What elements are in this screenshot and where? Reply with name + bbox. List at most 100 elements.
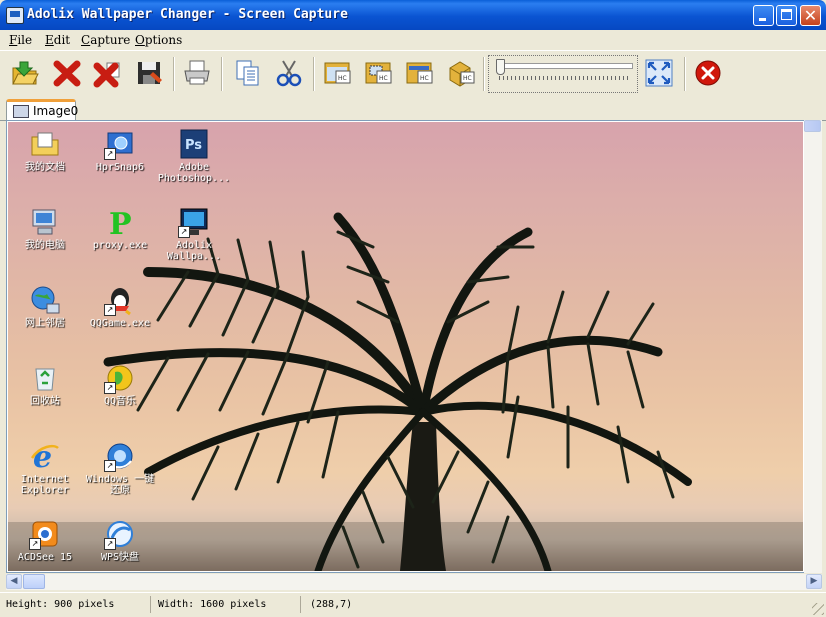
desktop-icon-photoshop[interactable]: Ps Adobe Photoshop... (155, 128, 233, 184)
exit-icon (695, 60, 721, 86)
desktop-icon-my-documents[interactable]: 我的文档 (8, 128, 84, 173)
close-button[interactable]: ✕ (800, 5, 821, 26)
desktop-icon-label: 回收站 (30, 396, 60, 407)
minimize-button[interactable] (753, 5, 774, 26)
menu-options-label: ptions (144, 33, 183, 47)
horizontal-scrollbar-thumb[interactable] (23, 574, 45, 589)
menu-options[interactable]: Options (135, 33, 182, 47)
desktop-icon-wps[interactable]: ↗ WPS快盘 (81, 518, 159, 563)
capture-window-icon: HC (324, 62, 351, 84)
print-button[interactable] (180, 56, 214, 90)
delete-button[interactable] (50, 56, 84, 90)
desktop-icon-acdsee[interactable]: ↗ ACDSee 15 (8, 518, 84, 563)
shortcut-arrow-icon: ↗ (178, 226, 190, 238)
desktop-icon-windows-restore[interactable]: ↗ Windows 一键 还原 (81, 440, 159, 496)
toolbar: HC HC HC HC (0, 50, 826, 99)
close-icon: ✕ (803, 6, 818, 25)
delete-icon (53, 60, 81, 87)
shortcut-arrow-icon: ↗ (104, 538, 116, 550)
window-title: Adolix Wallpaper Changer - Screen Captur… (27, 7, 348, 22)
capture-region-button[interactable]: HC (362, 56, 396, 90)
toolbar-separator (684, 57, 686, 91)
svg-text:HC: HC (379, 75, 388, 82)
image-tab-icon (13, 105, 29, 118)
resize-grip[interactable] (812, 603, 824, 615)
maximize-button[interactable] (776, 5, 797, 26)
desktop-icon-label: WPS快盘 (100, 552, 140, 563)
open-button[interactable] (8, 56, 42, 90)
toolbar-separator (483, 57, 485, 91)
menu-capture-label: apture (90, 33, 131, 47)
arrow-left-icon: ◀ (10, 576, 18, 586)
desktop-icon-label: QQGame.exe (89, 318, 151, 329)
desktop-icon-label: Adobe Photoshop... (157, 162, 231, 184)
delete-all-button[interactable] (91, 56, 125, 90)
vertical-scrollbar[interactable] (804, 120, 822, 573)
scroll-left-button[interactable]: ◀ (6, 574, 22, 589)
menu-edit-label: dit (53, 33, 71, 47)
print-icon (184, 60, 210, 85)
desktop-icon-network-places[interactable]: 网上邻居 (8, 284, 84, 329)
desktop-icon-qq-music[interactable]: ↗ QQ音乐 (81, 362, 159, 407)
fit-screen-button[interactable] (642, 56, 676, 90)
desktop-icon-label: Windows 一键 还原 (85, 474, 155, 496)
tab-label: Image0 (33, 104, 79, 118)
toolbar-separator (173, 57, 175, 91)
captured-image[interactable]: 我的文档 ↗ HprSnap6 Ps Adobe Photoshop... 我的… (8, 122, 803, 571)
menu-file[interactable]: File (9, 33, 32, 47)
maximize-icon (781, 9, 792, 20)
svg-text:e: e (33, 440, 52, 472)
capture-window-button[interactable]: HC (321, 56, 355, 90)
delete-all-icon (93, 62, 120, 88)
menu-edit-mnemonic: E (45, 33, 54, 47)
menu-capture[interactable]: Capture (81, 33, 130, 47)
tab-image0[interactable]: Image0 (6, 99, 79, 120)
vertical-scrollbar-thumb[interactable] (804, 120, 821, 132)
title-bar[interactable]: Adolix Wallpaper Changer - Screen Captur… (0, 0, 826, 30)
open-folder-icon (12, 61, 39, 85)
save-button[interactable] (133, 56, 167, 90)
menu-file-label: ile (17, 33, 33, 47)
status-height: Height: 900 pixels (0, 596, 151, 613)
menu-bar: File Edit Capture Options (0, 30, 826, 50)
desktop-icon-label: 网上邻居 (25, 318, 65, 329)
zoom-slider[interactable] (488, 55, 638, 93)
shortcut-arrow-icon: ↗ (104, 382, 116, 394)
capture-object-icon: HC (406, 62, 433, 84)
desktop-icon-label: QQ音乐 (103, 396, 137, 407)
desktop-icon-adolix[interactable]: ↗ Adolix Wallpa... (155, 206, 233, 262)
desktop-icon-internet-explorer[interactable]: e Internet Explorer (8, 440, 84, 496)
capture-scroll-button[interactable]: HC (445, 56, 479, 90)
photoshop-icon: Ps (180, 129, 208, 159)
zoom-slider-thumb[interactable] (496, 59, 505, 75)
horizontal-scrollbar[interactable]: ◀ ▶ (6, 574, 822, 590)
cut-button[interactable] (272, 56, 306, 90)
save-icon (138, 62, 162, 84)
desktop-icon-label: Internet Explorer (20, 474, 70, 496)
exit-button[interactable] (691, 56, 725, 90)
shortcut-arrow-icon: ↗ (29, 538, 41, 550)
palm-tree-wallpaper (8, 212, 803, 571)
capture-object-button[interactable]: HC (403, 56, 437, 90)
zoom-slider-track (497, 63, 633, 69)
scroll-right-button[interactable]: ▶ (806, 574, 822, 589)
capture-scroll-icon: HC (449, 61, 475, 87)
desktop-icon-hyprsnap[interactable]: ↗ HprSnap6 (81, 128, 159, 173)
desktop-icon-label: 我的文档 (25, 162, 65, 173)
menu-edit[interactable]: Edit (45, 33, 70, 47)
desktop-icon-recycle-bin[interactable]: 回收站 (8, 362, 84, 407)
shortcut-arrow-icon: ↗ (104, 148, 116, 160)
svg-text:Ps: Ps (185, 138, 202, 153)
svg-text:HC: HC (463, 75, 472, 82)
status-width: Width: 1600 pixels (152, 596, 301, 613)
fit-screen-icon (645, 59, 673, 87)
copy-button[interactable] (231, 56, 265, 90)
my-computer-icon (32, 209, 56, 235)
desktop-icon-proxy[interactable]: P proxy.exe (81, 206, 159, 251)
menu-options-mnemonic: O (135, 33, 145, 47)
desktop-icon-my-computer[interactable]: 我的电脑 (8, 206, 84, 251)
desktop-icon-qqgame[interactable]: ↗ QQGame.exe (81, 284, 159, 329)
app-icon[interactable] (6, 7, 24, 24)
desktop-icon-label: Adolix Wallpa... (166, 240, 222, 262)
proxy-icon: P (109, 207, 132, 242)
